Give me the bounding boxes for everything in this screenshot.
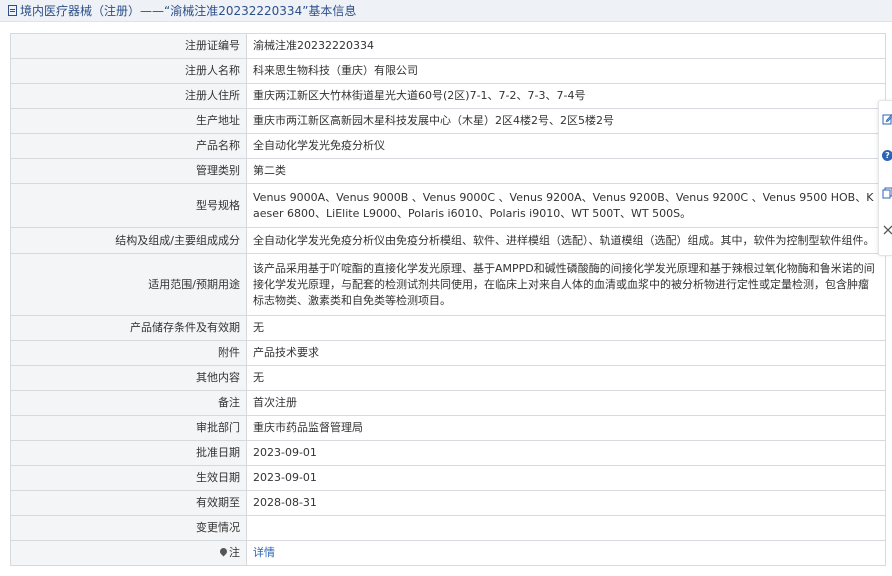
edit-icon[interactable] — [882, 113, 892, 125]
page-header: 境内医疗器械（注册）——“渝械注准20232220334”基本信息 — [0, 0, 892, 22]
row-label: 管理类别 — [10, 158, 247, 184]
table-row-production-address: 生产地址 重庆市两江新区高新园木星科技发展中心（木星）2区4楼2号、2区5楼2号 — [10, 108, 886, 134]
page-title: 境内医疗器械（注册）——“渝械注准20232220334”基本信息 — [20, 4, 357, 18]
row-label: 生产地址 — [10, 108, 247, 134]
row-label: 审批部门 — [10, 415, 247, 441]
table-row-storage: 产品储存条件及有效期 无 — [10, 315, 886, 341]
table-row-structure: 结构及组成/主要组成成分 全自动化学发光免疫分析仪由免疫分析模组、软件、进样模组… — [10, 227, 886, 254]
row-value: 无 — [246, 365, 886, 391]
table-row-expiry-date: 有效期至 2028-08-31 — [10, 490, 886, 516]
note-label-cell: 注 — [10, 540, 247, 566]
row-value: 产品技术要求 — [246, 340, 886, 366]
info-table-wrapper: 注册证编号 渝械注准20232220334 注册人名称 科来思生物科技（重庆）有… — [10, 33, 886, 566]
table-row-attachment: 附件 产品技术要求 — [10, 340, 886, 366]
close-icon[interactable] — [882, 224, 892, 236]
row-label: 生效日期 — [10, 465, 247, 491]
table-row-other: 其他内容 无 — [10, 365, 886, 391]
row-label: 产品储存条件及有效期 — [10, 315, 247, 341]
table-row-model-spec: 型号规格 Venus 9000A、Venus 9000B 、Venus 9000… — [10, 183, 886, 228]
table-row-note: 注 详情 — [10, 540, 886, 566]
table-row-change-history: 变更情况 — [10, 515, 886, 541]
row-value: 第二类 — [246, 158, 886, 184]
row-value: 2023-09-01 — [246, 465, 886, 491]
row-label: 注册证编号 — [10, 33, 247, 59]
table-row-registration-number: 注册证编号 渝械注准20232220334 — [10, 33, 886, 59]
row-value: 2028-08-31 — [246, 490, 886, 516]
row-label: 变更情况 — [10, 515, 247, 541]
row-value: 渝械注准20232220334 — [246, 33, 886, 59]
details-link[interactable]: 详情 — [253, 546, 275, 559]
help-icon[interactable]: ? — [882, 150, 892, 162]
row-label: 注册人住所 — [10, 83, 247, 109]
info-table: 注册证编号 渝械注准20232220334 注册人名称 科来思生物科技（重庆）有… — [10, 33, 886, 566]
row-value: Venus 9000A、Venus 9000B 、Venus 9000C 、Ve… — [246, 183, 886, 228]
copy-icon[interactable] — [882, 187, 892, 199]
row-value: 无 — [246, 315, 886, 341]
note-label: 注 — [229, 546, 240, 559]
table-row-registrant-name: 注册人名称 科来思生物科技（重庆）有限公司 — [10, 58, 886, 84]
note-value-cell: 详情 — [246, 540, 886, 566]
table-row-intended-use: 适用范围/预期用途 该产品采用基于吖啶酯的直接化学发光原理、基于AMPPD和碱性… — [10, 253, 886, 316]
table-row-remarks: 备注 首次注册 — [10, 390, 886, 416]
table-row-approval-department: 审批部门 重庆市药品监督管理局 — [10, 415, 886, 441]
row-value: 该产品采用基于吖啶酯的直接化学发光原理、基于AMPPD和碱性磷酸酶的间接化学发光… — [246, 253, 886, 316]
row-label: 适用范围/预期用途 — [10, 253, 247, 316]
row-value — [246, 515, 886, 541]
table-row-approval-date: 批准日期 2023-09-01 — [10, 440, 886, 466]
table-row-management-class: 管理类别 第二类 — [10, 158, 886, 184]
row-value: 重庆市两江新区高新园木星科技发展中心（木星）2区4楼2号、2区5楼2号 — [246, 108, 886, 134]
row-value: 全自动化学发光免疫分析仪 — [246, 133, 886, 159]
row-label: 结构及组成/主要组成成分 — [10, 227, 247, 254]
table-row-registrant-address: 注册人住所 重庆两江新区大竹林街道星光大道60号(2区)7-1、7-2、7-3、… — [10, 83, 886, 109]
row-label: 批准日期 — [10, 440, 247, 466]
row-label: 注册人名称 — [10, 58, 247, 84]
table-row-effective-date: 生效日期 2023-09-01 — [10, 465, 886, 491]
side-toolbar: ? — [878, 100, 892, 256]
row-label: 备注 — [10, 390, 247, 416]
pin-icon — [218, 546, 229, 557]
row-label: 型号规格 — [10, 183, 247, 228]
table-row-product-name: 产品名称 全自动化学发光免疫分析仪 — [10, 133, 886, 159]
row-label: 产品名称 — [10, 133, 247, 159]
row-value: 2023-09-01 — [246, 440, 886, 466]
row-label: 有效期至 — [10, 490, 247, 516]
row-value: 重庆市药品监督管理局 — [246, 415, 886, 441]
row-label: 其他内容 — [10, 365, 247, 391]
row-value: 全自动化学发光免疫分析仪由免疫分析模组、软件、进样模组（选配）、轨道模组（选配）… — [246, 227, 886, 254]
row-value: 重庆两江新区大竹林街道星光大道60号(2区)7-1、7-2、7-3、7-4号 — [246, 83, 886, 109]
document-icon — [8, 5, 17, 16]
row-value: 科来思生物科技（重庆）有限公司 — [246, 58, 886, 84]
row-label: 附件 — [10, 340, 247, 366]
row-value: 首次注册 — [246, 390, 886, 416]
